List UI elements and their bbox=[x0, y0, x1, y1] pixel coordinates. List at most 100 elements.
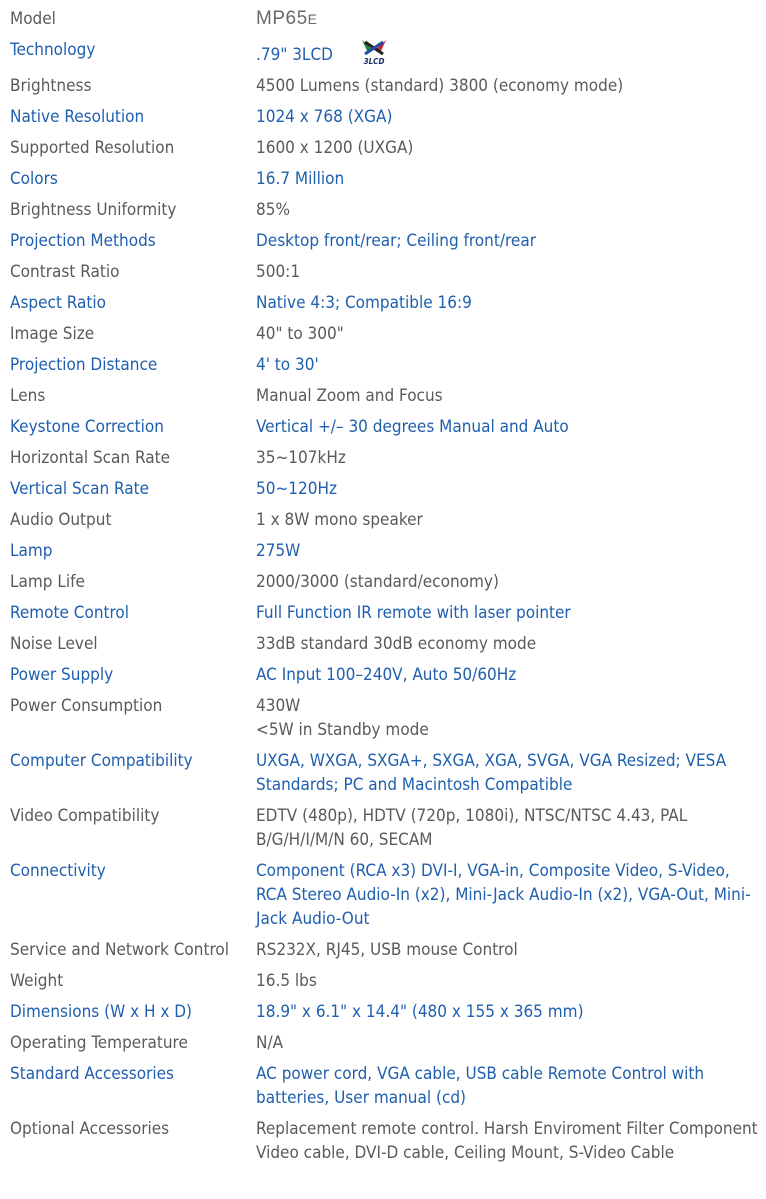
spec-row: Standard Accessories AC power cord, VGA c… bbox=[10, 1059, 760, 1114]
spec-value: 18.9" x 6.1" x 14.4" (480 x 155 x 365 mm… bbox=[256, 1002, 584, 1022]
spec-row: Dimensions (W x H x D) 18.9" x 6.1" x 14.… bbox=[10, 997, 760, 1028]
spec-value: 1 x 8W mono speaker bbox=[256, 510, 423, 530]
spec-row: Brightness 4500 Lumens (standard) 3800 (e… bbox=[10, 71, 760, 102]
spec-value: AC Input 100–240V, Auto 50/60Hz bbox=[256, 665, 517, 685]
spec-value: 16.7 Million bbox=[256, 169, 345, 189]
spec-row: Connectivity Component (RCA x3) DVI-I, VG… bbox=[10, 856, 760, 935]
spec-value: UXGA, WXGA, SXGA+, SXGA, XGA, SVGA, VGA … bbox=[256, 751, 727, 795]
spec-label: Projection Methods bbox=[10, 231, 156, 251]
spec-label: Power Supply bbox=[10, 665, 114, 685]
spec-label: Lamp Life bbox=[10, 572, 85, 592]
spec-label: Model bbox=[10, 9, 56, 29]
spec-row: Operating Temperature N/A bbox=[10, 1028, 760, 1059]
spec-value: RS232X, RJ45, USB mouse Control bbox=[256, 940, 518, 960]
spec-value: Desktop front/rear; Ceiling front/rear bbox=[256, 231, 536, 251]
spec-row: Lamp 275W bbox=[10, 536, 760, 567]
spec-label: Image Size bbox=[10, 324, 95, 344]
spec-label: Service and Network Control bbox=[10, 940, 229, 960]
spec-label: Audio Output bbox=[10, 510, 112, 530]
spec-row: Computer Compatibility UXGA, WXGA, SXGA+,… bbox=[10, 746, 760, 801]
spec-value: 430W <5W in Standby mode bbox=[256, 696, 429, 740]
spec-row: Power Consumption 430W <5W in Standby mod… bbox=[10, 691, 760, 746]
spec-value: 33dB standard 30dB economy mode bbox=[256, 634, 537, 654]
spec-label: Optional Accessories bbox=[10, 1119, 170, 1139]
svg-text:3LCD: 3LCD bbox=[363, 57, 384, 66]
spec-value: 4500 Lumens (standard) 3800 (economy mod… bbox=[256, 76, 624, 96]
spec-row: Contrast Ratio 500:1 bbox=[10, 257, 760, 288]
spec-value: MP65E bbox=[256, 4, 760, 35]
model-suffix: E bbox=[307, 11, 318, 27]
spec-label: Video Compatibility bbox=[10, 806, 160, 826]
spec-value: 85% bbox=[256, 200, 290, 220]
spec-value: 275W bbox=[256, 541, 301, 561]
spec-value: 2000/3000 (standard/economy) bbox=[256, 572, 499, 592]
spec-value: Manual Zoom and Focus bbox=[256, 386, 443, 406]
spec-label: Vertical Scan Rate bbox=[10, 479, 150, 499]
spec-label: Technology bbox=[10, 40, 96, 60]
spec-value: AC power cord, VGA cable, USB cable Remo… bbox=[256, 1064, 705, 1108]
spec-label: Lens bbox=[10, 386, 46, 406]
spec-value: Vertical +/– 30 degrees Manual and Auto bbox=[256, 417, 569, 437]
spec-label: Lamp bbox=[10, 541, 53, 561]
spec-label: Noise Level bbox=[10, 634, 98, 654]
spec-row: Video Compatibility EDTV (480p), HDTV (72… bbox=[10, 801, 760, 856]
spec-row: Audio Output 1 x 8W mono speaker bbox=[10, 505, 760, 536]
spec-label: Dimensions (W x H x D) bbox=[10, 1002, 192, 1022]
spec-row: Optional Accessories Replacement remote c… bbox=[10, 1114, 760, 1169]
spec-label: Supported Resolution bbox=[10, 138, 175, 158]
spec-table: Model MP65E Technology .79" 3LCD 3LCD Brightn… bbox=[10, 4, 760, 1169]
spec-row: Brightness Uniformity 85% bbox=[10, 195, 760, 226]
spec-row: Colors 16.7 Million bbox=[10, 164, 760, 195]
spec-label: Computer Compatibility bbox=[10, 751, 193, 771]
spec-label: Colors bbox=[10, 169, 58, 189]
spec-label: Brightness bbox=[10, 76, 92, 96]
spec-label: Aspect Ratio bbox=[10, 293, 107, 313]
spec-label: Operating Temperature bbox=[10, 1033, 188, 1053]
spec-row: Service and Network Control RS232X, RJ45,… bbox=[10, 935, 760, 966]
spec-value: 50~120Hz bbox=[256, 479, 337, 499]
spec-row: Vertical Scan Rate 50~120Hz bbox=[10, 474, 760, 505]
spec-value: .79" 3LCD 3LCD bbox=[256, 35, 760, 71]
spec-row: Noise Level 33dB standard 30dB economy mo… bbox=[10, 629, 760, 660]
spec-row: Native Resolution 1024 x 768 (XGA) bbox=[10, 102, 760, 133]
spec-label: Remote Control bbox=[10, 603, 130, 623]
spec-label: Brightness Uniformity bbox=[10, 200, 177, 220]
spec-value: 1024 x 768 (XGA) bbox=[256, 107, 393, 127]
spec-value: N/A bbox=[256, 1033, 284, 1053]
spec-row: Keystone Correction Vertical +/– 30 degre… bbox=[10, 412, 760, 443]
spec-value: Full Function IR remote with laser point… bbox=[256, 603, 571, 623]
spec-row: Weight 16.5 lbs bbox=[10, 966, 760, 997]
spec-value: Native 4:3; Compatible 16:9 bbox=[256, 293, 472, 313]
spec-label: Standard Accessories bbox=[10, 1064, 175, 1084]
spec-row: Model MP65E bbox=[10, 4, 760, 35]
spec-value: 500:1 bbox=[256, 262, 301, 282]
spec-row: Power Supply AC Input 100–240V, Auto 50/6… bbox=[10, 660, 760, 691]
spec-label: Keystone Correction bbox=[10, 417, 164, 437]
model-name: MP65 bbox=[256, 8, 308, 29]
spec-row: Supported Resolution 1600 x 1200 (UXGA) bbox=[10, 133, 760, 164]
spec-label: Connectivity bbox=[10, 861, 106, 881]
spec-row: Lamp Life 2000/3000 (standard/economy) bbox=[10, 567, 760, 598]
spec-value: 40" to 300" bbox=[256, 324, 344, 344]
spec-label: Power Consumption bbox=[10, 696, 163, 716]
spec-label: Horizontal Scan Rate bbox=[10, 448, 171, 468]
spec-value: 4' to 30' bbox=[256, 355, 319, 375]
spec-row: Projection Distance 4' to 30' bbox=[10, 350, 760, 381]
spec-value: EDTV (480p), HDTV (720p, 1080i), NTSC/NT… bbox=[256, 806, 688, 850]
spec-row: Projection Methods Desktop front/rear; Ce… bbox=[10, 226, 760, 257]
spec-row: Technology .79" 3LCD 3LCD bbox=[10, 35, 760, 71]
spec-value: 16.5 lbs bbox=[256, 971, 317, 991]
spec-label: Weight bbox=[10, 971, 64, 991]
spec-value: 1600 x 1200 (UXGA) bbox=[256, 138, 414, 158]
spec-row: Lens Manual Zoom and Focus bbox=[10, 381, 760, 412]
technology-value: .79" 3LCD bbox=[256, 45, 333, 65]
spec-value: 35~107kHz bbox=[256, 448, 346, 468]
3lcd-logo-icon: 3LCD bbox=[359, 38, 389, 66]
spec-label: Projection Distance bbox=[10, 355, 158, 375]
spec-row: Image Size 40" to 300" bbox=[10, 319, 760, 350]
spec-row: Aspect Ratio Native 4:3; Compatible 16:9 bbox=[10, 288, 760, 319]
spec-row: Remote Control Full Function IR remote wi… bbox=[10, 598, 760, 629]
spec-value: Component (RCA x3) DVI-I, VGA-in, Compos… bbox=[256, 861, 751, 929]
spec-label: Contrast Ratio bbox=[10, 262, 120, 282]
spec-value: Replacement remote control. Harsh Enviro… bbox=[256, 1119, 758, 1163]
